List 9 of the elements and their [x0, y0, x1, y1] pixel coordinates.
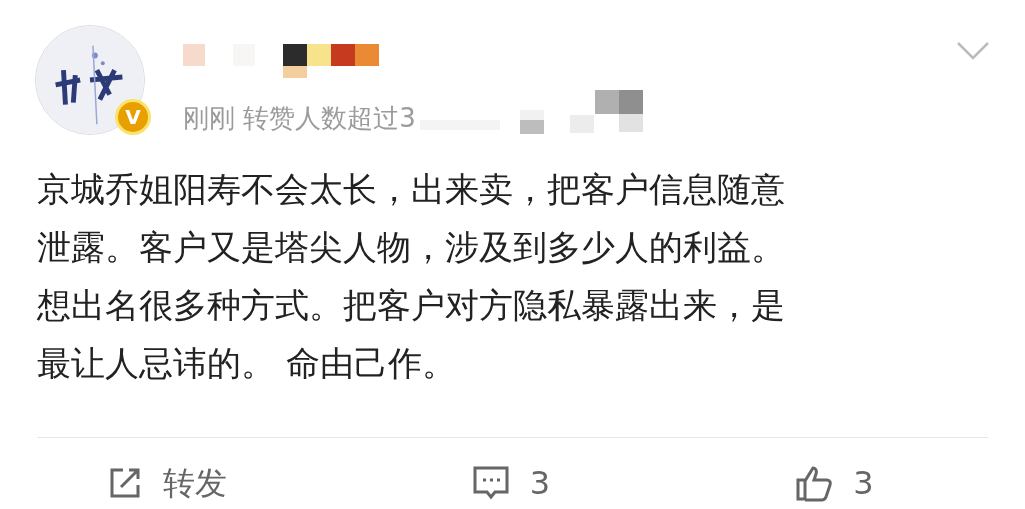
- like-button[interactable]: 3: [795, 462, 1025, 504]
- chevron-down-icon[interactable]: [956, 41, 990, 61]
- post-body: 京城乔姐阳寿不会太长，出来卖，把客户信息随意 泄露。客户又是塔尖人物，涉及到多少人的利益。 想出名很多种方式。把客户对方隐私暴露出来，是 最让人忌讳的。 命由己作。: [37, 168, 786, 385]
- thumbs-up-icon: [795, 464, 834, 502]
- verified-badge: V: [115, 99, 151, 135]
- comment-button[interactable]: 3: [471, 462, 684, 504]
- comment-icon: [471, 465, 510, 501]
- post-meta: 刚刚 转赞人数超过3: [183, 104, 416, 131]
- repost-button[interactable]: 转发: [107, 462, 342, 504]
